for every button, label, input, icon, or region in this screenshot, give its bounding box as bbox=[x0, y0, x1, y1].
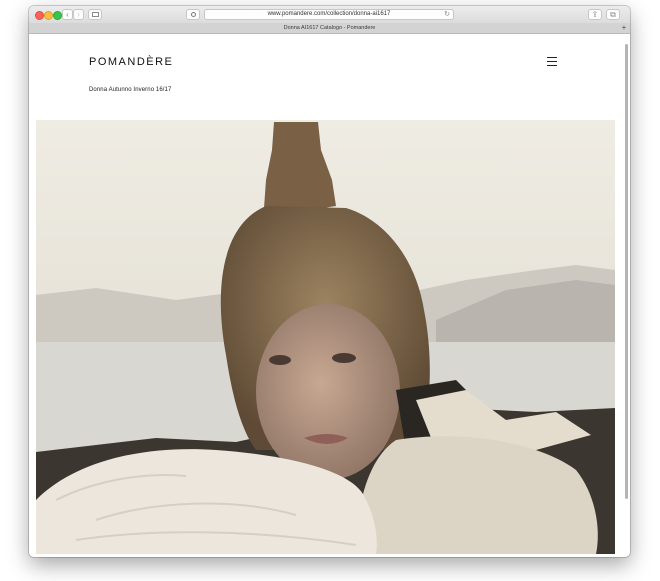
eye-right bbox=[332, 353, 356, 363]
maximize-window-button[interactable] bbox=[53, 11, 62, 20]
privacy-button[interactable] bbox=[186, 9, 200, 20]
back-button[interactable]: ‹ bbox=[62, 9, 73, 20]
show-tabs-button[interactable]: ⧉ bbox=[606, 9, 620, 20]
tabs-icon: ⧉ bbox=[610, 10, 616, 19]
page-content: POMANDÈRE Donna Autunno Inverno 16/17 bbox=[29, 34, 630, 557]
forward-button[interactable]: › bbox=[73, 9, 84, 20]
page-scrollbar[interactable] bbox=[625, 44, 628, 499]
chevron-right-icon: › bbox=[77, 10, 80, 19]
new-tab-icon[interactable]: + bbox=[620, 24, 628, 32]
browser-toolbar: ‹ › www.pomandere.com/collection/donna-a… bbox=[29, 6, 630, 24]
site-logo[interactable]: POMANDÈRE bbox=[89, 56, 173, 68]
eye-left bbox=[269, 355, 291, 365]
browser-window: ‹ › www.pomandere.com/collection/donna-a… bbox=[29, 6, 630, 557]
chevron-left-icon: ‹ bbox=[66, 10, 69, 19]
reload-icon[interactable]: ↻ bbox=[444, 10, 450, 19]
close-window-button[interactable] bbox=[35, 11, 44, 20]
collection-title: Donna Autunno Inverno 16/17 bbox=[89, 87, 172, 93]
privacy-icon bbox=[191, 12, 196, 17]
url-text: www.pomandere.com/collection/donna-ai161… bbox=[267, 11, 391, 17]
address-bar[interactable]: www.pomandere.com/collection/donna-ai161… bbox=[204, 9, 454, 20]
sidebar-toggle-button[interactable] bbox=[88, 9, 102, 20]
tab-bar: Donna AI1617 Catalogo - Pomandere + bbox=[29, 23, 630, 34]
hamburger-menu-icon[interactable] bbox=[547, 57, 557, 67]
face bbox=[256, 304, 400, 480]
photo-icon bbox=[36, 120, 615, 554]
hero-photo[interactable] bbox=[36, 120, 615, 554]
sidebar-icon bbox=[92, 12, 99, 17]
share-button[interactable]: ⇪ bbox=[588, 9, 602, 20]
minimize-window-button[interactable] bbox=[44, 11, 53, 20]
share-icon: ⇪ bbox=[591, 10, 599, 19]
tab-title[interactable]: Donna AI1617 Catalogo - Pomandere bbox=[284, 25, 376, 31]
